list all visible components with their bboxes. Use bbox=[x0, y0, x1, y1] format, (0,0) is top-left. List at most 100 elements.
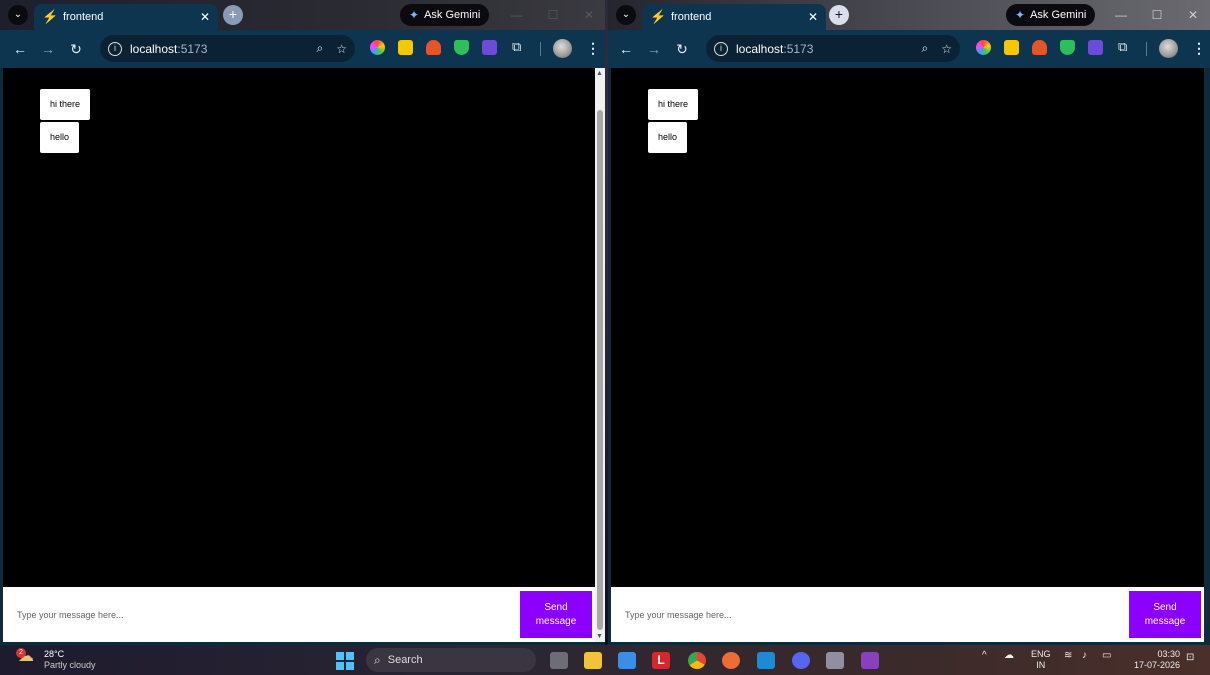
shield-extension-icon[interactable] bbox=[1060, 40, 1075, 55]
site-info-icon[interactable]: i bbox=[714, 41, 728, 56]
taskbar-search[interactable]: ⌕ Search bbox=[366, 648, 536, 672]
zoom-icon[interactable]: ⌕ bbox=[922, 41, 929, 56]
maximize-button[interactable]: ☐ bbox=[535, 8, 571, 22]
search-label: Search bbox=[387, 654, 423, 666]
store-icon[interactable] bbox=[618, 652, 636, 669]
ask-gemini-button[interactable]: ✦ Ask Gemini bbox=[400, 4, 490, 26]
search-icon: ⌕ bbox=[374, 652, 381, 667]
new-tab-button[interactable]: + bbox=[829, 5, 849, 25]
weather-widget[interactable]: ☁ 2 28°C Partly cloudy bbox=[16, 648, 96, 671]
maximize-button[interactable]: ☐ bbox=[1139, 8, 1175, 22]
tab-frontend[interactable]: ⚡ frontend ✕ bbox=[34, 4, 218, 30]
chrome-icon[interactable] bbox=[688, 652, 706, 669]
chat-message: hello bbox=[40, 122, 80, 153]
ask-gemini-button[interactable]: ✦ Ask Gemini bbox=[1006, 4, 1096, 26]
winrar-icon[interactable] bbox=[861, 652, 879, 669]
title-bar: ⌄ ⚡ frontend ✕ + ✦ Ask Gemini — ☐ ✕ bbox=[0, 0, 605, 30]
page-viewport: hi there hello Send message bbox=[3, 68, 595, 642]
language-indicator[interactable]: ENG IN bbox=[1031, 649, 1051, 671]
back-arrow-icon[interactable]: ← bbox=[612, 41, 640, 57]
menu-kebab-icon[interactable]: ⋮ bbox=[1192, 40, 1206, 57]
scroll-up-arrow-icon[interactable]: ▲ bbox=[596, 70, 603, 77]
message-input[interactable] bbox=[611, 587, 1121, 642]
l-app-icon[interactable]: L bbox=[652, 652, 670, 669]
fox-extension-icon[interactable] bbox=[1032, 40, 1047, 55]
tab-search-button[interactable]: ⌄ bbox=[616, 5, 636, 25]
minimize-button[interactable]: — bbox=[499, 8, 535, 22]
close-window-button[interactable]: ✕ bbox=[1175, 8, 1210, 22]
volume-icon[interactable]: ♪ bbox=[1082, 650, 1087, 661]
address-bar[interactable]: i localhost :5173 ⌕ ☆ bbox=[706, 35, 960, 62]
gemini-sparkle-icon: ✦ bbox=[1015, 8, 1026, 22]
message-input[interactable] bbox=[3, 587, 513, 642]
chat-message: hi there bbox=[648, 89, 699, 120]
chat-message: hello bbox=[648, 122, 688, 153]
s-extension-icon[interactable] bbox=[398, 40, 413, 55]
reload-icon[interactable]: ↻ bbox=[668, 41, 696, 58]
color-picker-extension-icon[interactable] bbox=[370, 40, 385, 55]
new-tab-button[interactable]: + bbox=[223, 5, 243, 25]
fox-extension-icon[interactable] bbox=[426, 40, 441, 55]
toolbar-divider bbox=[1146, 42, 1147, 56]
task-view-icon[interactable] bbox=[550, 652, 568, 669]
menu-kebab-icon[interactable]: ⋮ bbox=[586, 40, 600, 57]
forward-arrow-icon[interactable]: → bbox=[640, 41, 668, 57]
bookmark-star-icon[interactable]: ☆ bbox=[336, 42, 347, 56]
ask-gemini-label: Ask Gemini bbox=[1030, 9, 1087, 21]
scroll-down-arrow-icon[interactable]: ▼ bbox=[596, 633, 603, 640]
window-controls: — ☐ ✕ bbox=[1103, 0, 1210, 30]
profile-avatar[interactable] bbox=[1159, 39, 1178, 58]
tab-close-icon[interactable]: ✕ bbox=[200, 10, 210, 24]
app-icon[interactable] bbox=[826, 652, 844, 669]
vscode-icon[interactable] bbox=[757, 652, 775, 669]
start-button[interactable] bbox=[336, 652, 354, 670]
zoom-icon[interactable]: ⌕ bbox=[317, 41, 324, 56]
minimize-button[interactable]: — bbox=[1103, 8, 1139, 22]
tab-close-icon[interactable]: ✕ bbox=[808, 10, 818, 24]
close-window-button[interactable]: ✕ bbox=[571, 8, 605, 22]
shield-extension-icon[interactable] bbox=[454, 40, 469, 55]
notification-badge: 2 bbox=[16, 648, 26, 658]
clock-date: 17-07-2026 bbox=[1133, 660, 1180, 670]
vertical-scrollbar[interactable]: ▲ ▼ bbox=[595, 68, 605, 642]
send-message-button[interactable]: Send message bbox=[1129, 591, 1201, 638]
profile-avatar[interactable] bbox=[553, 39, 572, 58]
postman-icon[interactable] bbox=[722, 652, 740, 669]
message-composer: Send message bbox=[3, 587, 595, 642]
discord-icon[interactable] bbox=[792, 652, 810, 669]
notifications-icon[interactable]: ⊡ bbox=[1186, 652, 1194, 663]
clock-time: 03:30 bbox=[1157, 649, 1180, 659]
send-message-button[interactable]: Send message bbox=[520, 591, 592, 638]
title-bar: ⌄ ⚡ frontend ✕ + ✦ Ask Gemini — ☐ ✕ bbox=[608, 0, 1210, 30]
site-info-icon[interactable]: i bbox=[108, 41, 122, 56]
bookmark-star-icon[interactable]: ☆ bbox=[941, 42, 952, 56]
message-composer: Send message bbox=[611, 587, 1204, 642]
onedrive-cloud-icon[interactable]: ☁ bbox=[1004, 650, 1014, 661]
vite-favicon-icon: ⚡ bbox=[42, 9, 59, 24]
toolbar-divider bbox=[540, 42, 541, 56]
url-port: :5173 bbox=[177, 41, 208, 56]
tab-title: frontend bbox=[671, 11, 712, 23]
s-extension-icon[interactable] bbox=[1004, 40, 1019, 55]
weather-temp: 28°C bbox=[44, 649, 65, 659]
reload-icon[interactable]: ↻ bbox=[62, 41, 90, 58]
url-host: localhost bbox=[130, 41, 178, 56]
address-bar[interactable]: i localhost :5173 ⌕ ☆ bbox=[100, 35, 355, 62]
system-clock[interactable]: 03:30 17-07-2026 bbox=[1128, 649, 1180, 671]
purple-extension-icon[interactable] bbox=[1088, 40, 1103, 55]
page-viewport: hi there hello Send message bbox=[611, 68, 1204, 642]
scrollbar-thumb[interactable] bbox=[597, 110, 603, 630]
show-hidden-icons-chevron-icon[interactable]: ^ bbox=[982, 650, 987, 661]
extensions-puzzle-icon[interactable]: ⧉ bbox=[512, 39, 521, 55]
forward-arrow-icon[interactable]: → bbox=[34, 41, 62, 57]
battery-icon[interactable]: ▭ bbox=[1102, 650, 1111, 661]
wifi-icon[interactable]: ≋ bbox=[1064, 650, 1072, 661]
lang-code: ENG bbox=[1031, 649, 1051, 659]
extensions-puzzle-icon[interactable]: ⧉ bbox=[1118, 39, 1127, 55]
file-explorer-icon[interactable] bbox=[584, 652, 602, 669]
purple-extension-icon[interactable] bbox=[482, 40, 497, 55]
tab-frontend[interactable]: ⚡ frontend ✕ bbox=[642, 4, 826, 30]
color-picker-extension-icon[interactable] bbox=[976, 40, 991, 55]
back-arrow-icon[interactable]: ← bbox=[6, 41, 34, 57]
tab-search-button[interactable]: ⌄ bbox=[8, 5, 28, 25]
